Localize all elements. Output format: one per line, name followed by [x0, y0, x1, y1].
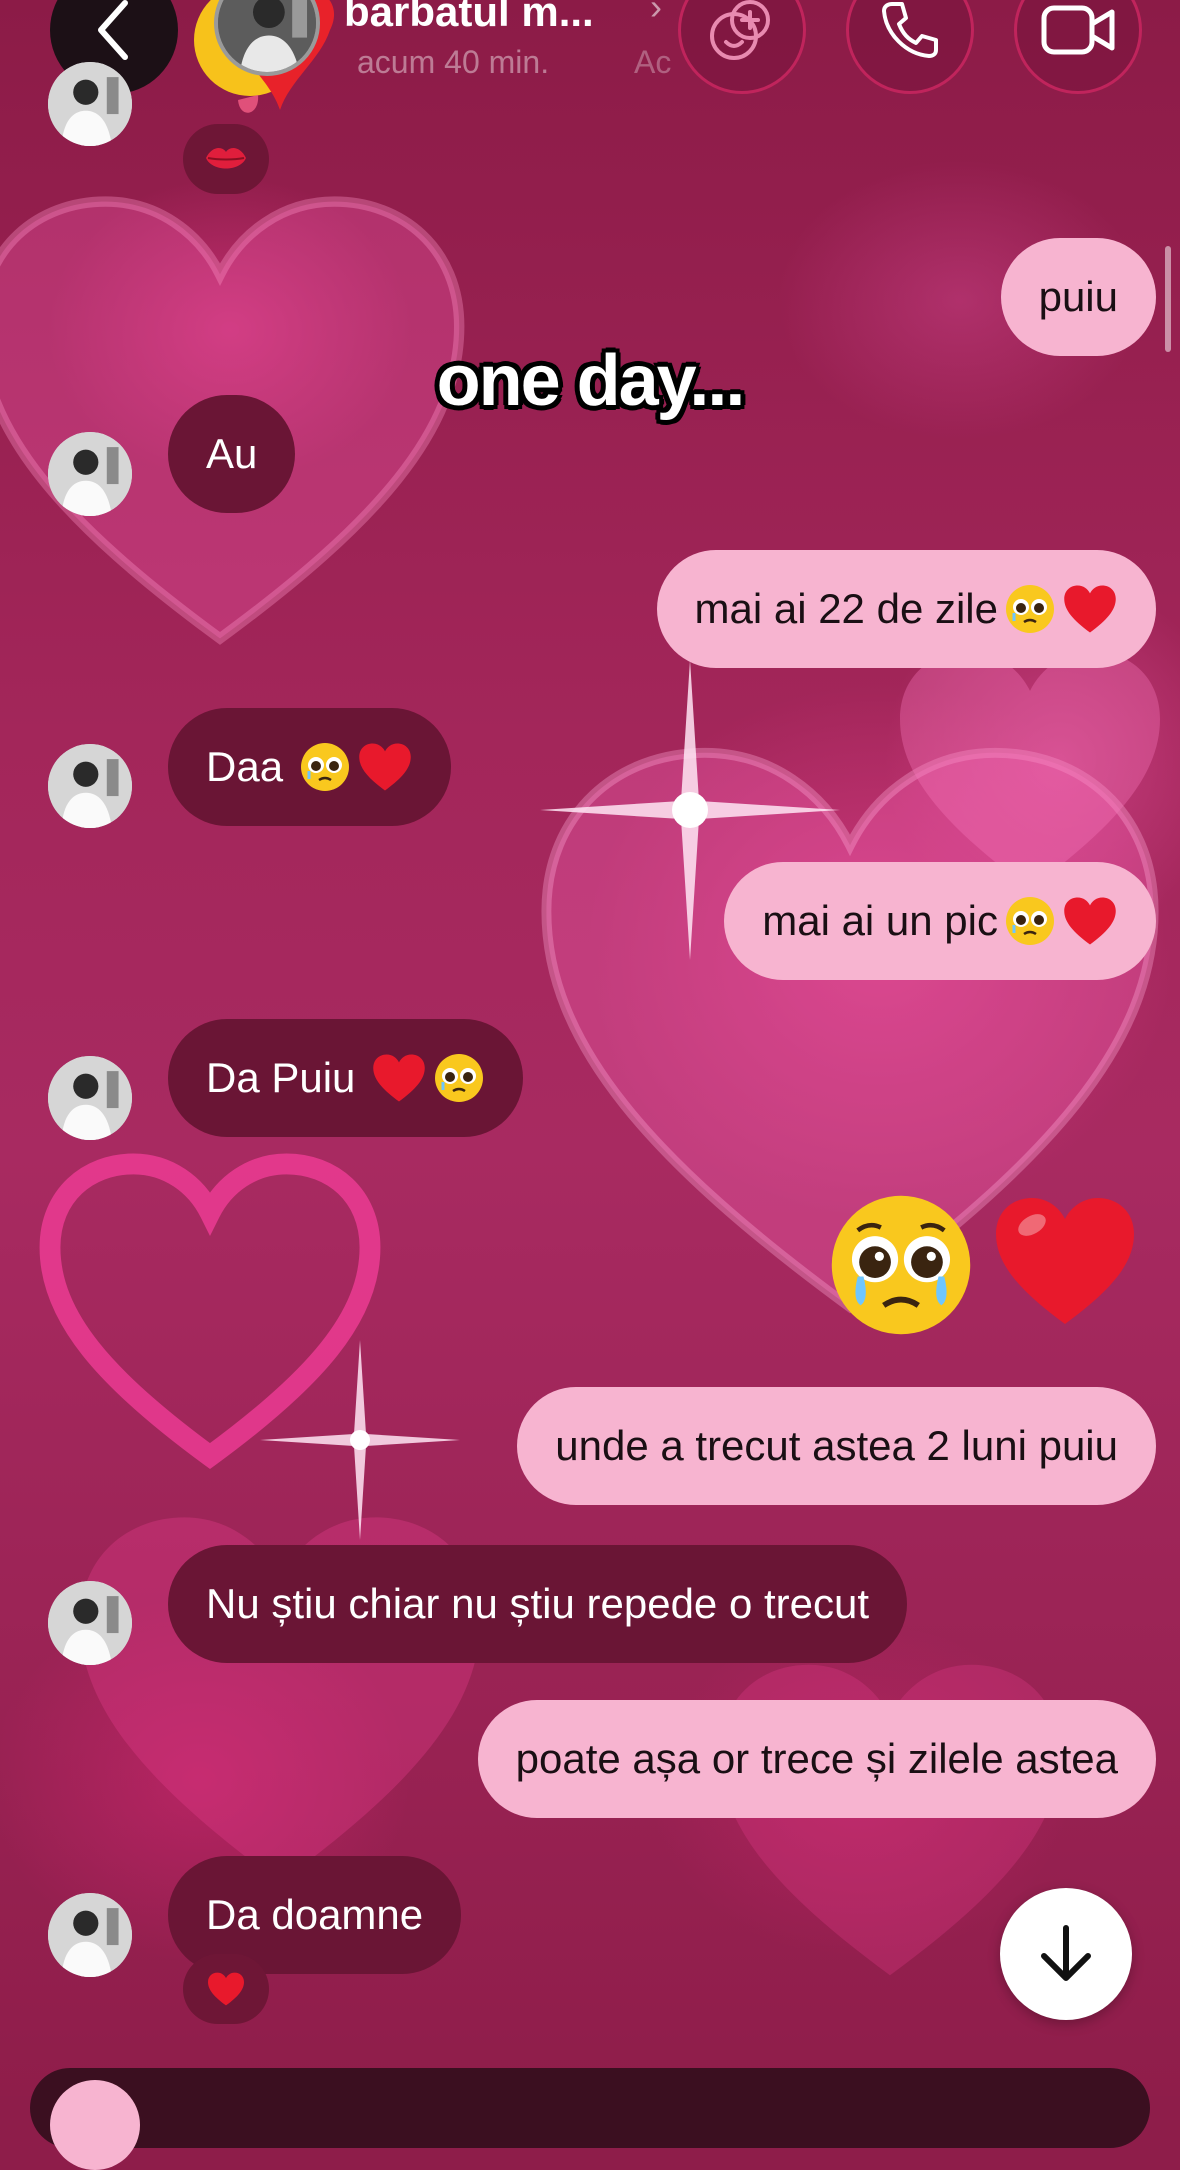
incoming-message[interactable]: Nu știu chiar nu știu repede o trecut — [168, 1545, 908, 1663]
red-heart-emoji — [1062, 895, 1118, 947]
red-heart-icon — [208, 1972, 244, 2006]
chevron-right-icon: › — [650, 0, 662, 27]
video-caption: one day... — [436, 341, 746, 421]
outgoing-message[interactable]: poate așa or trece și zilele astea — [477, 1700, 1156, 1818]
incoming-message[interactable]: Au — [168, 395, 296, 513]
heart-wallpaper-decoration — [900, 651, 1160, 889]
video-camera-icon — [1041, 5, 1115, 55]
message-reaction[interactable] — [183, 124, 269, 194]
outgoing-message[interactable]: mai ai un pic — [724, 862, 1156, 980]
arrow-down-icon — [1041, 1925, 1091, 1981]
scroll-to-bottom-button[interactable] — [1000, 1888, 1132, 2020]
red-heart-emoji — [996, 1198, 1134, 1324]
effects-icon — [710, 0, 770, 60]
outgoing-message[interactable]: unde a trecut astea 2 luni puiu — [517, 1387, 1156, 1505]
pleading-face-emoji — [433, 1052, 485, 1104]
message-composer[interactable] — [30, 2068, 1150, 2148]
red-heart-emoji — [371, 1052, 427, 1104]
contact-avatar-small[interactable] — [48, 1581, 132, 1665]
outgoing-message[interactable]: puiu — [1000, 238, 1156, 356]
message-text: Nu știu chiar nu știu repede o trecut — [206, 1580, 870, 1627]
message-text: Da doamne — [206, 1891, 424, 1938]
chevron-left-icon — [98, 0, 128, 60]
camera-button[interactable] — [50, 2080, 140, 2170]
message-text: puiu — [1038, 273, 1118, 320]
contact-avatar-small[interactable] — [48, 432, 132, 516]
incoming-message[interactable]: Daa — [168, 708, 452, 826]
contact-avatar-small[interactable] — [48, 1893, 132, 1977]
outgoing-message[interactable]: mai ai 22 de zile — [656, 550, 1156, 668]
message-text: Daa — [206, 743, 284, 790]
red-heart-emoji — [1062, 583, 1118, 635]
pleading-face-emoji — [1004, 583, 1056, 635]
kiss-mark-icon — [206, 148, 246, 169]
message-text: Da Puiu — [206, 1054, 356, 1101]
contact-avatar-small[interactable] — [48, 1056, 132, 1140]
incoming-message[interactable]: Da Puiu — [168, 1019, 524, 1137]
sparkle-decoration — [260, 1340, 460, 1540]
pleading-face-emoji — [831, 1195, 971, 1335]
phone-icon — [882, 2, 938, 58]
message-text: mai ai 22 de zile — [694, 585, 999, 632]
pleading-face-emoji — [299, 741, 351, 793]
contact-avatar-small[interactable] — [48, 62, 132, 146]
contact-avatar-small[interactable] — [48, 744, 132, 828]
last-active-status: acum 40 min. — [357, 44, 550, 80]
pleading-face-emoji — [1004, 895, 1056, 947]
scrollbar[interactable] — [1165, 246, 1171, 352]
message-text: poate așa or trece și zilele astea — [515, 1735, 1118, 1782]
message-text: unde a trecut astea 2 luni puiu — [555, 1422, 1118, 1469]
contact-name[interactable]: barbatul m... — [344, 0, 594, 36]
message-text: mai ai un pic — [762, 897, 998, 944]
outgoing-emoji-message[interactable] — [826, 1190, 1140, 1340]
message-reaction[interactable] — [183, 1954, 269, 2024]
red-heart-emoji — [357, 741, 413, 793]
last-active-status-extra: Ac — [634, 44, 672, 80]
message-text: Au — [206, 430, 258, 477]
